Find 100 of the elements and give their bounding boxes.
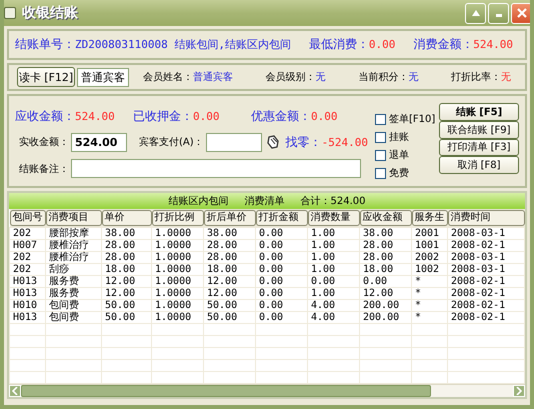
amount-label: 已收押金：: [133, 109, 193, 123]
table-cell: 0.00: [363, 276, 388, 287]
caption-text: 合计：524.00: [300, 194, 366, 208]
action-button[interactable]: 结账 [F5]: [439, 103, 519, 121]
table-cell: 28.00: [207, 252, 238, 263]
table-cell: 2008-02-1: [451, 276, 506, 287]
member-label: 会员级别：: [266, 72, 316, 83]
table-cell: H013: [13, 276, 38, 287]
table-cell: 腰椎治疗: [49, 252, 89, 263]
table-cell: 12.00: [207, 276, 238, 287]
table-cell: 服务费: [49, 276, 79, 287]
column-header[interactable]: 单价: [102, 210, 152, 226]
table-cell: H013: [13, 288, 38, 299]
table-cell: 4.00: [311, 300, 336, 311]
table-cell: 1.0000: [155, 252, 192, 263]
table-cell: 50.00: [207, 300, 238, 311]
table-cell: 202: [13, 264, 32, 275]
table-cell: 12.00: [207, 288, 238, 299]
table-cell: 1.0000: [155, 276, 192, 287]
member-value: 无: [500, 72, 511, 83]
table-cell: 包间费: [49, 300, 79, 311]
table-cell: H007: [13, 240, 38, 251]
table-cell: H013: [13, 312, 38, 323]
table-cell: 50.00: [105, 300, 136, 311]
table-cell: *: [415, 312, 422, 323]
guest-pay-label: 宾客支付(A)：: [139, 136, 204, 149]
table-cell: 腰椎治疗: [49, 240, 89, 251]
card-field[interactable]: 普通宾客: [77, 68, 129, 86]
table-cell: 18.00: [363, 264, 394, 275]
table-cell: 0.00: [259, 300, 284, 311]
table-cell: 1002: [415, 264, 440, 275]
action-button[interactable]: 打印清单 [F3]: [439, 138, 519, 156]
table-cell: 0.00: [259, 228, 284, 239]
amount-value: 0.00: [193, 110, 220, 123]
table-cell: 2008-02-1: [451, 300, 506, 311]
table-cell: 0.00: [311, 276, 336, 287]
table-cell: 18.00: [105, 264, 136, 275]
column-header[interactable]: 应收金额: [360, 210, 412, 226]
table-cell: H010: [13, 300, 38, 311]
amount-value: 0.00: [311, 110, 338, 123]
member-label: 当前积分：: [358, 72, 408, 83]
table-cell: 2008-02-1: [451, 240, 506, 251]
table-cell: 0.00: [259, 288, 284, 299]
read-card-button[interactable]: 读卡 [F12]: [17, 67, 75, 87]
table-cell: 0.00: [259, 276, 284, 287]
action-button[interactable]: 取消 [F8]: [439, 156, 519, 174]
table-cell: 1.0000: [155, 312, 192, 323]
paid-label: 实收金额：: [19, 136, 69, 149]
member-label: 打折比率：: [450, 72, 501, 83]
table-cell: 2008-03-1: [451, 228, 506, 239]
column-header[interactable]: 折后单价: [204, 210, 256, 226]
column-header[interactable]: 服务生: [412, 210, 448, 226]
table-cell: 1001: [415, 240, 440, 251]
summary-value: 0.00: [368, 38, 396, 51]
table-cell: 50.00: [105, 312, 136, 323]
summary-label: 最低消费：: [308, 37, 369, 51]
table-cell: 12.00: [363, 288, 394, 299]
table-cell: 1.00: [311, 240, 336, 251]
table-cell: 0.00: [259, 252, 284, 263]
column-header[interactable]: 包间号: [10, 210, 46, 226]
table-cell: 2001: [415, 228, 440, 239]
window-title: 收银结账: [22, 4, 79, 22]
table-cell: 28.00: [207, 240, 238, 251]
change-value: -524.00: [322, 136, 368, 148]
caption-text: 结账区内包间: [168, 194, 228, 208]
summary-label: 结账单号：: [15, 37, 75, 51]
member-value: 无: [316, 72, 326, 83]
column-header[interactable]: 消费项目: [46, 210, 102, 226]
table-cell: 腰部按摩: [49, 228, 89, 239]
column-header[interactable]: 消费数量: [308, 210, 360, 226]
table-cell: 2008-03-1: [451, 252, 506, 263]
table-cell: 28.00: [363, 240, 394, 251]
summary-label: 消费金额：: [413, 37, 474, 51]
table-cell: 38.00: [207, 228, 238, 239]
action-button[interactable]: 联合结账 [F9]: [439, 120, 519, 138]
table-cell: 1.00: [311, 288, 336, 299]
column-header[interactable]: 打折金额: [256, 210, 308, 226]
checkbox-label: 签单[F10]: [389, 112, 436, 126]
table-cell: 1.0000: [155, 288, 192, 299]
table-cell: *: [415, 276, 422, 287]
table-cell: 28.00: [105, 240, 136, 251]
column-header[interactable]: 打折比例: [152, 210, 204, 226]
checkbox-label: 挂账: [389, 130, 409, 144]
table-cell: 1.0000: [155, 228, 192, 239]
column-header[interactable]: 消费时间: [448, 210, 524, 226]
paid-amount-field[interactable]: 524.00: [71, 132, 127, 152]
table-cell: 0.00: [259, 240, 284, 251]
summary-value: 524.00: [473, 38, 513, 51]
remark-label: 结账备注：: [19, 162, 69, 176]
amount-label: 优惠金额：: [251, 109, 311, 123]
table-cell: 1.0000: [155, 240, 192, 251]
table-cell: *: [415, 288, 422, 299]
table-cell: 2008-02-1: [451, 312, 506, 323]
table-cell: 2008-02-1: [451, 288, 506, 299]
table-cell: 1.00: [311, 264, 336, 275]
table-cell: 1.0000: [155, 264, 192, 275]
checkbox-label: 退单: [389, 148, 409, 162]
table-cell: 28.00: [363, 252, 394, 263]
table-cell: 18.00: [207, 264, 238, 275]
table-cell: 38.00: [363, 228, 394, 239]
